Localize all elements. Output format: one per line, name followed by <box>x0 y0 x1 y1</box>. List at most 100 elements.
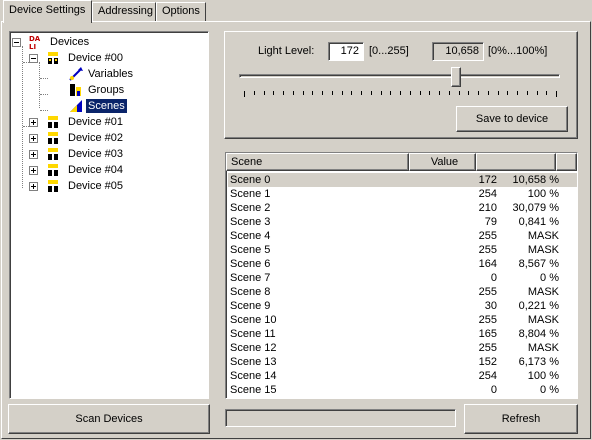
slider-tick <box>498 91 499 95</box>
column-header-scene[interactable]: Scene <box>226 153 409 171</box>
scene-name: Scene 4 <box>230 230 271 242</box>
device-icon <box>45 114 61 130</box>
tree-device-03[interactable]: Device #03 <box>66 147 125 161</box>
scene-name: Scene 5 <box>230 244 271 256</box>
slider-tick <box>459 91 460 95</box>
tab-device-settings[interactable]: Device Settings <box>3 0 92 23</box>
tree-scenes[interactable]: Scenes <box>85 98 128 114</box>
scene-percent: 6,173 % <box>518 356 559 368</box>
table-row[interactable]: Scene 9 30 0,221 % <box>228 299 577 313</box>
variables-icon <box>68 66 84 82</box>
tree-device-04[interactable]: Device #04 <box>66 163 125 177</box>
table-row[interactable]: Scene 7 0 0 % <box>228 271 577 285</box>
expand-toggle[interactable] <box>29 118 38 127</box>
expand-toggle[interactable] <box>29 134 38 143</box>
table-row[interactable]: Scene 1 254 100 % <box>228 187 577 201</box>
table-row[interactable]: Scene 4 255 MASK <box>228 229 577 243</box>
scene-percent: 100 % <box>527 188 559 200</box>
tree-groups[interactable]: Groups <box>86 83 126 97</box>
table-row[interactable]: Scene 6 164 8,567 % <box>228 257 577 271</box>
tree-variables[interactable]: Variables <box>86 67 135 81</box>
tab-addressing[interactable]: Addressing <box>92 2 156 22</box>
device-icon <box>45 162 61 178</box>
svg-text:DA: DA <box>29 35 41 43</box>
scene-value: 165 <box>478 328 497 340</box>
scene-percent: MASK <box>527 314 559 326</box>
table-row[interactable]: Scene 14 254 100 % <box>228 369 577 383</box>
slider-tick <box>342 91 343 95</box>
table-row[interactable]: Scene 8 255 MASK <box>228 285 577 299</box>
expand-toggle[interactable] <box>29 166 38 175</box>
light-level-label: Light Level: <box>258 45 315 57</box>
tree-device-01[interactable]: Device #01 <box>66 115 125 129</box>
slider-tick <box>488 91 489 95</box>
scene-name: Scene 13 <box>230 356 277 368</box>
slider-tick <box>273 91 274 95</box>
refresh-button[interactable]: Refresh <box>464 404 578 434</box>
collapse-toggle[interactable] <box>12 38 21 47</box>
slider-tick <box>351 91 352 95</box>
tree-line <box>39 62 40 108</box>
slider-tick <box>332 91 333 95</box>
scene-percent: 0,221 % <box>518 300 559 312</box>
scene-percent: MASK <box>527 342 559 354</box>
slider-tick <box>546 91 547 95</box>
scene-percent: 0,841 % <box>518 216 559 228</box>
expand-toggle[interactable] <box>29 182 38 191</box>
column-header-percent[interactable] <box>476 153 556 171</box>
light-percent-range: [0%...100%] <box>488 45 548 57</box>
slider-tick <box>468 91 469 95</box>
scene-value: 255 <box>478 342 497 354</box>
column-header-value[interactable]: Value <box>409 153 476 171</box>
table-row[interactable]: Scene 10 255 MASK <box>228 313 577 327</box>
light-slider-thumb[interactable] <box>450 67 461 87</box>
scene-value: 254 <box>478 370 497 382</box>
slider-tick <box>537 91 538 95</box>
light-slider-track[interactable] <box>239 74 560 78</box>
tree-device-05[interactable]: Device #05 <box>66 179 125 193</box>
scene-value: 210 <box>478 202 497 214</box>
table-row[interactable]: Scene 0 172 10,658 % <box>228 173 577 187</box>
slider-tick <box>439 91 440 95</box>
scan-devices-button[interactable]: Scan Devices <box>8 404 210 434</box>
table-row[interactable]: Scene 11 165 8,804 % <box>228 327 577 341</box>
table-row[interactable]: Scene 13 152 6,173 % <box>228 355 577 369</box>
scene-percent: 10,658 % <box>512 174 559 186</box>
collapse-toggle[interactable] <box>29 54 38 63</box>
slider-tick <box>517 91 518 95</box>
scene-percent: 8,567 % <box>518 258 559 270</box>
scene-list[interactable]: Scene Value Scene 0 172 10,658 % Scene 1 254… <box>225 152 578 399</box>
scene-name: Scene 0 <box>230 174 271 186</box>
table-row[interactable]: Scene 12 255 MASK <box>228 341 577 355</box>
scene-value: 255 <box>478 314 497 326</box>
tab-options[interactable]: Options <box>156 2 206 22</box>
scene-value: 172 <box>478 174 497 186</box>
scene-name: Scene 9 <box>230 300 271 312</box>
table-row[interactable]: Scene 2 210 30,079 % <box>228 201 577 215</box>
device-icon <box>45 130 61 146</box>
slider-tick <box>381 91 382 95</box>
save-to-device-button[interactable]: Save to device <box>456 106 568 132</box>
scenes-icon <box>68 98 84 114</box>
tree-root-label[interactable]: Devices <box>48 35 91 49</box>
light-level-input[interactable]: 172 <box>328 42 364 61</box>
slider-tick <box>361 91 362 95</box>
svg-text:LI: LI <box>29 43 36 50</box>
table-row[interactable]: Scene 15 0 0 % <box>228 383 577 397</box>
scene-name: Scene 7 <box>230 272 271 284</box>
device-tree[interactable]: DA LI Devices Device #00 Variables Groups… <box>9 31 209 399</box>
scene-value: 0 <box>490 384 497 396</box>
slider-tick <box>312 91 313 95</box>
table-row[interactable]: Scene 3 79 0,841 % <box>228 215 577 229</box>
slider-tick <box>303 91 304 95</box>
progress-bar <box>225 409 456 427</box>
tree-device-02[interactable]: Device #02 <box>66 131 125 145</box>
tree-device-00[interactable]: Device #00 <box>66 51 125 65</box>
scene-percent: 30,079 % <box>512 202 559 214</box>
slider-tick <box>478 91 479 95</box>
expand-toggle[interactable] <box>29 150 38 159</box>
scene-name: Scene 3 <box>230 216 271 228</box>
table-row[interactable]: Scene 5 255 MASK <box>228 243 577 257</box>
scene-name: Scene 2 <box>230 202 271 214</box>
scene-name: Scene 10 <box>230 314 277 326</box>
